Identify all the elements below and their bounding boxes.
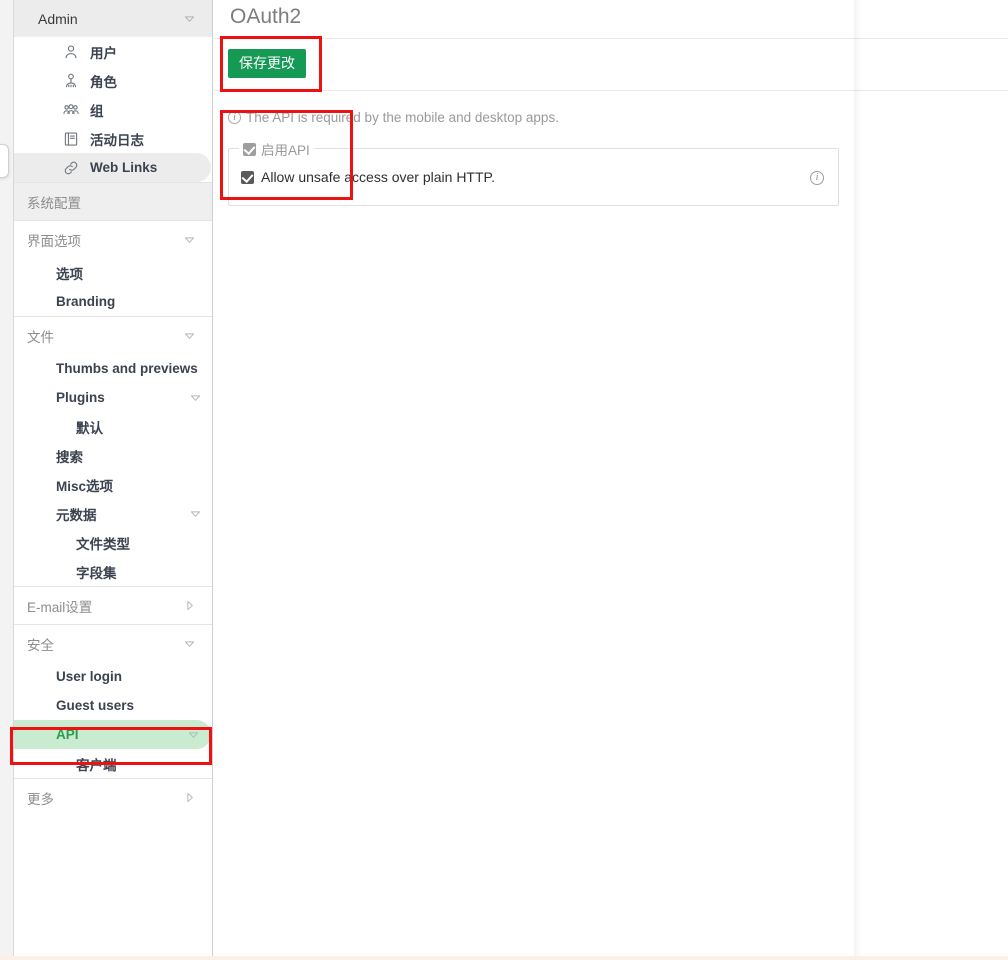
sidebar-group-label: 界面选项 (27, 233, 81, 249)
sidebar-nav: Admin 用户角色组活动日志 Web Links 系统配置界面选项选项 Brandin… (14, 0, 212, 816)
sidebar-item-web-links[interactable]: Web Links (14, 153, 211, 182)
sidebar-item-guest-users[interactable]: Guest users (14, 691, 212, 720)
api-hint-text: The API is required by the mobile and de… (246, 110, 559, 125)
sidebar-item-label: 组 (90, 103, 104, 119)
sidebar-group-admin[interactable]: Admin (14, 0, 212, 37)
sidebar-item-item[interactable]: 客户端 (14, 749, 212, 778)
sidebar-item-item[interactable]: 组 (14, 95, 212, 124)
sidebar-item-label: Misc选项 (56, 478, 114, 494)
sidebar-group-label: 更多 (27, 791, 54, 807)
chevron-down-icon[interactable] (183, 637, 197, 651)
sidebar-item-plugins[interactable]: Plugins (14, 383, 212, 412)
sidebar-item-label: Guest users (56, 698, 135, 713)
page-title: OAuth2 (230, 5, 302, 28)
sidebar-collapse-handle[interactable] (0, 144, 9, 178)
sidebar-item-label: 字段集 (76, 565, 117, 581)
left-gutter (0, 0, 14, 960)
sidebar-group-label: E-mail设置 (27, 599, 93, 615)
enable-api-checkbox[interactable] (243, 142, 256, 156)
sidebar-item-label: Web Links (90, 160, 158, 175)
sidebar-item-label: API (56, 727, 79, 742)
sidebar-item-label: 搜索 (56, 449, 83, 465)
sidebar-group-security[interactable]: 安全 (14, 625, 212, 662)
sidebar-group-more[interactable]: 更多 (14, 779, 212, 816)
bottom-edge-strip (0, 956, 1008, 960)
sidebar-item-api[interactable]: API (14, 720, 211, 749)
sidebar-item-item[interactable]: 角色 (14, 66, 212, 95)
chevron-right-icon[interactable] (183, 791, 197, 805)
sidebar-item-item[interactable]: 文件类型 (14, 528, 212, 557)
allow-http-row[interactable]: Allow unsafe access over plain HTTP. (241, 169, 495, 185)
link-icon (62, 159, 80, 177)
sidebar-group-email-settings[interactable]: E-mail设置 (14, 587, 212, 624)
allow-http-info-icon[interactable]: i (810, 171, 824, 185)
sidebar-item-label: 角色 (90, 74, 117, 90)
sidebar-item-label: 选项 (56, 266, 83, 282)
book-icon (62, 130, 80, 148)
enable-api-label: 启用API (261, 143, 310, 158)
user-icon (62, 43, 80, 61)
chevron-right-icon[interactable] (183, 599, 197, 613)
sidebar-item-label: 客户端 (76, 757, 117, 773)
sidebar-item-label: 文件类型 (76, 536, 130, 552)
sidebar-item-item[interactable]: 元数据 (14, 499, 212, 528)
sidebar-item-item[interactable]: 搜索 (14, 441, 212, 470)
chevron-down-icon[interactable] (189, 391, 203, 405)
app-root: Admin 用户角色组活动日志 Web Links 系统配置界面选项选项 Brandin… (0, 0, 1008, 960)
allow-http-checkbox[interactable] (241, 170, 254, 184)
sidebar-group-label: Admin (38, 10, 78, 27)
chevron-down-icon[interactable] (187, 728, 201, 742)
sidebar-group-system-config[interactable]: 系统配置 (14, 183, 212, 220)
enable-api-legend[interactable]: 启用API (239, 139, 314, 159)
sidebar-item-label: Branding (56, 294, 116, 309)
chevron-down-icon[interactable] (183, 233, 197, 247)
sidebar-group-label: 系统配置 (27, 195, 81, 211)
sidebar-item-user-login[interactable]: User login (14, 662, 212, 691)
sidebar: Admin 用户角色组活动日志 Web Links 系统配置界面选项选项 Brandin… (14, 0, 213, 960)
chevron-down-icon[interactable] (189, 507, 203, 521)
sidebar-item-item[interactable]: 默认 (14, 412, 212, 441)
chevron-down-icon[interactable] (183, 329, 197, 343)
sidebar-item-label: 默认 (76, 420, 103, 436)
main-content: OAuth2 保存更改 i The API is required by the… (214, 0, 1008, 960)
toolbar: 保存更改 (214, 38, 1008, 91)
sidebar-item-item[interactable]: 选项 (14, 258, 212, 287)
sidebar-group-ui-options[interactable]: 界面选项 (14, 221, 212, 258)
info-circle-icon: i (228, 111, 241, 124)
sidebar-item-item[interactable]: 字段集 (14, 557, 212, 586)
sidebar-item-label: 用户 (90, 45, 117, 61)
sidebar-item-label: 元数据 (56, 507, 97, 523)
sidebar-item-label: User login (56, 669, 123, 684)
sidebar-item-thumbs-and-previews[interactable]: Thumbs and previews (14, 354, 212, 383)
sidebar-group-files[interactable]: 文件 (14, 317, 212, 354)
save-changes-button[interactable]: 保存更改 (228, 49, 306, 78)
allow-http-label: Allow unsafe access over plain HTTP. (261, 169, 495, 185)
group-icon (62, 101, 80, 119)
sidebar-group-label: 安全 (27, 637, 54, 653)
sidebar-group-label: 文件 (27, 329, 54, 345)
api-settings-fieldset: 启用API Allow unsafe access over plain HTT… (228, 139, 839, 206)
sidebar-item-misc[interactable]: Misc选项 (14, 470, 212, 499)
sidebar-item-label: Thumbs and previews (56, 361, 198, 376)
role-icon (62, 72, 80, 90)
sidebar-item-label: Plugins (56, 390, 105, 405)
content-edge-shadow (854, 0, 862, 960)
api-hint: i The API is required by the mobile and … (228, 110, 559, 125)
chevron-down-icon[interactable] (183, 12, 197, 26)
sidebar-item-branding[interactable]: Branding (14, 287, 212, 316)
sidebar-item-label: 活动日志 (90, 132, 144, 148)
sidebar-item-item[interactable]: 用户 (14, 37, 212, 66)
sidebar-item-item[interactable]: 活动日志 (14, 124, 212, 153)
